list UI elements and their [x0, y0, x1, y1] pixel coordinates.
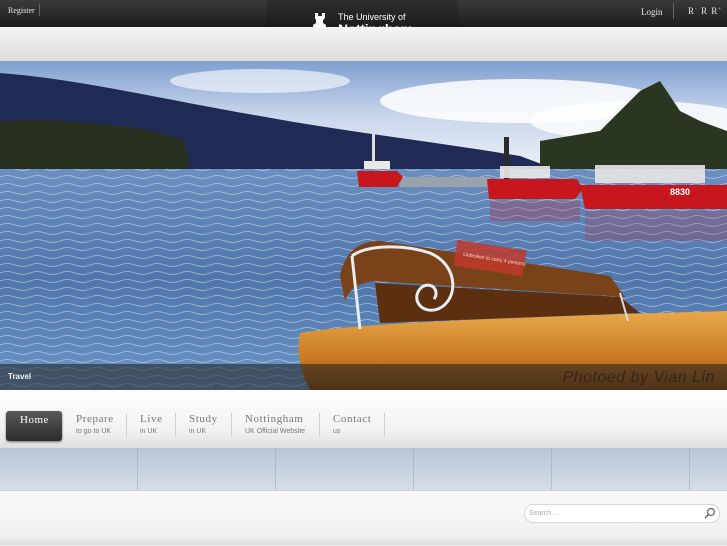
photo-credit: Photoed by Vian Lin — [562, 369, 715, 386]
nav-item-sublabel: in UK — [189, 428, 207, 435]
decorative-band — [0, 448, 727, 490]
register-link[interactable]: Register — [8, 6, 35, 15]
lake-boats-photo: 8830 Unbroken to carry 4 persons — [0, 61, 727, 390]
nav-separator — [319, 413, 320, 437]
nav-item-label: Nottingham — [245, 413, 304, 425]
register-separator — [39, 4, 40, 16]
nav-item-label: Live — [140, 413, 163, 425]
nav-separator — [231, 413, 232, 437]
search-icon[interactable] — [704, 507, 716, 519]
font-size-large-button[interactable]: R+ — [711, 6, 722, 16]
header-band — [0, 27, 727, 61]
nav-separator — [126, 413, 127, 437]
nav-item-sublabel: us — [333, 428, 341, 435]
nav-item-label: Study — [189, 413, 218, 425]
nav-item-sublabel: in UK — [140, 428, 158, 435]
nav-separator — [384, 413, 385, 437]
hero-caption: Travel — [8, 372, 32, 381]
footer-band — [0, 535, 727, 545]
nav-item-sublabel: UK Official Website — [245, 428, 306, 435]
main-navigation: Home Prepare to go to UK Live in UK Stud… — [0, 390, 727, 448]
nav-separator — [175, 413, 176, 437]
boat-number: 8830 — [670, 187, 690, 197]
font-size-small-button[interactable]: R- — [688, 6, 698, 16]
nav-item-label: Home — [20, 414, 49, 426]
login-link[interactable]: Login — [641, 7, 663, 17]
hero-image: 8830 Unbroken to carry 4 persons — [0, 61, 727, 390]
font-size-controls: R- R R+ — [688, 6, 722, 16]
search-input[interactable] — [529, 506, 695, 521]
nav-item-label: Prepare — [76, 413, 114, 425]
search-box — [524, 504, 720, 523]
font-size-normal-button[interactable]: R — [701, 6, 708, 16]
nav-item-sublabel: to go to UK — [76, 428, 112, 435]
nav-item-label: Contact — [333, 413, 372, 425]
nav-item-home[interactable]: Home — [6, 411, 62, 441]
login-separator — [673, 3, 674, 19]
